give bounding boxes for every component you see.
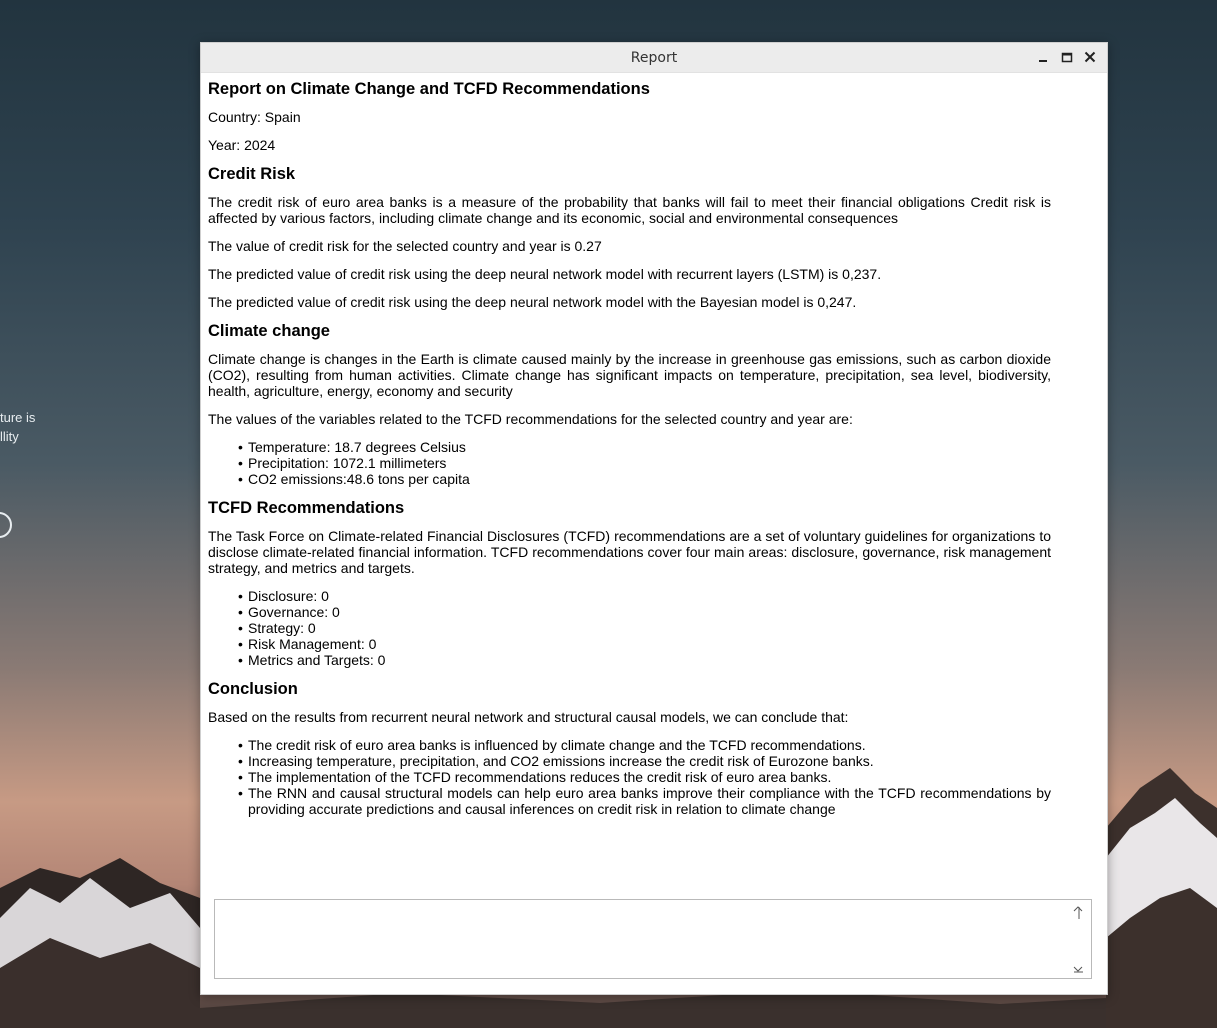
list-item: The RNN and causal structural models can…: [238, 785, 1051, 817]
list-item: Metrics and Targets: 0: [238, 652, 1051, 668]
credit-risk-bayesian: The predicted value of credit risk using…: [208, 294, 857, 310]
message-input[interactable]: [214, 899, 1092, 979]
list-item: Precipitation: 1072.1 millimeters: [238, 455, 1051, 471]
climate-lead: The values of the variables related to t…: [208, 411, 853, 427]
list-item: The credit risk of euro area banks is in…: [238, 737, 1051, 753]
window-title: Report: [630, 50, 678, 66]
list-item: Temperature: 18.7 degrees Celsius: [238, 439, 1051, 455]
report-title: Report on Climate Change and TCFD Recomm…: [208, 80, 650, 98]
climate-variable-list: Temperature: 18.7 degrees Celsius Precip…: [208, 439, 1051, 487]
window-titlebar[interactable]: Report: [201, 43, 1107, 73]
climate-heading: Climate change: [208, 322, 330, 340]
report-content: Report on Climate Change and TCFD Recomm…: [208, 73, 1051, 817]
climate-intro: Climate change is changes in the Earth i…: [208, 351, 1051, 399]
credit-risk-value: The value of credit risk for the selecte…: [208, 238, 602, 254]
credit-risk-lstm: The predicted value of credit risk using…: [208, 266, 882, 282]
desktop-circle-icon[interactable]: [0, 512, 12, 538]
report-country: Country: Spain: [208, 109, 301, 125]
tcfd-list: Disclosure: 0 Governance: 0 Strategy: 0 …: [208, 588, 1051, 668]
maximize-icon[interactable]: [1059, 49, 1075, 65]
tcfd-heading: TCFD Recommendations: [208, 499, 405, 517]
list-item: Increasing temperature, precipitation, a…: [238, 753, 1051, 769]
report-window: Report Report on Climate Change and TCFD…: [200, 42, 1108, 995]
list-item: Governance: 0: [238, 604, 1051, 620]
minimize-icon[interactable]: [1035, 49, 1051, 65]
tcfd-intro: The Task Force on Climate-related Financ…: [208, 528, 1051, 576]
list-item: CO2 emissions:48.6 tons per capita: [238, 471, 1051, 487]
report-year: Year: 2024: [208, 137, 276, 153]
credit-risk-heading: Credit Risk: [208, 165, 296, 183]
scroll-up-icon[interactable]: [1071, 905, 1085, 919]
close-icon[interactable]: [1082, 49, 1098, 65]
conclusion-list: The credit risk of euro area banks is in…: [208, 737, 1051, 817]
list-item: Risk Management: 0: [238, 636, 1051, 652]
conclusion-heading: Conclusion: [208, 680, 298, 698]
desktop-side-text-2: llity: [0, 429, 19, 444]
scroll-down-icon[interactable]: [1071, 959, 1085, 973]
credit-risk-intro: The credit risk of euro area banks is a …: [208, 194, 1051, 226]
list-item: Strategy: 0: [238, 620, 1051, 636]
desktop-side-text-1: ture is: [0, 410, 36, 425]
list-item: Disclosure: 0: [238, 588, 1051, 604]
list-item: The implementation of the TCFD recommend…: [238, 769, 1051, 785]
conclusion-lead: Based on the results from recurrent neur…: [208, 709, 849, 725]
